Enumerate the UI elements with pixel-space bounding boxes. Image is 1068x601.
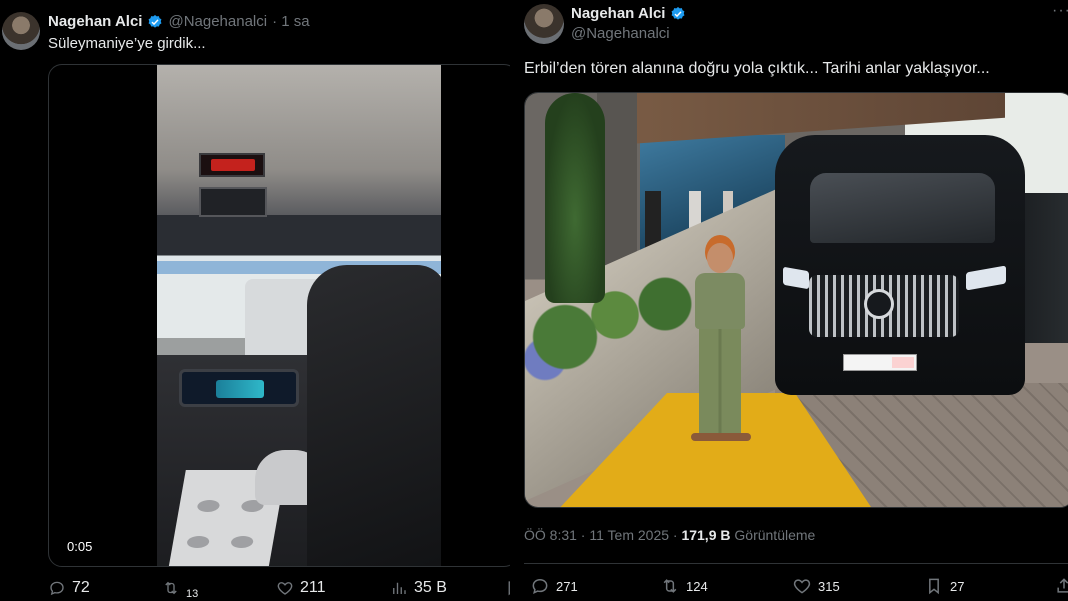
tweet-text: Erbil’den tören alanına doğru yola çıktı…: [524, 60, 990, 77]
views-label: Görüntüleme: [734, 527, 816, 543]
author-handle[interactable]: @Nagehanalci: [168, 13, 267, 30]
reply-count: 72: [72, 579, 90, 596]
author-name[interactable]: Nagehan Alci: [571, 5, 665, 22]
author-name[interactable]: Nagehan Alci: [48, 13, 142, 30]
bookmark-button[interactable]: 27: [924, 576, 964, 596]
reply-button[interactable]: 271: [530, 576, 578, 596]
reply-icon: [50, 581, 64, 596]
views-count: 35 B: [414, 579, 447, 596]
divider: [524, 563, 1068, 564]
tweet-time[interactable]: · 1 sa: [272, 13, 310, 30]
repost-count: 124: [686, 578, 708, 594]
avatar[interactable]: [524, 4, 564, 44]
bookmark-icon: [929, 578, 939, 595]
reply-count: 271: [556, 578, 578, 594]
video-duration: 0:05: [67, 539, 93, 554]
heart-icon: [277, 582, 293, 595]
verified-badge-icon: [672, 6, 685, 20]
reply-icon: [532, 578, 548, 594]
tweet-meta: ÖÖ 8:31 · 11 Tem 2025 · 171,9 B Görüntül…: [524, 527, 815, 543]
repost-button[interactable]: 13: [162, 579, 199, 600]
right-tweet: Nagehan Alci @Nagehanalci ··· Erbil’den …: [510, 0, 1068, 601]
left-tweet: Nagehan Alci @Nagehanalci · 1 sa Süleyma…: [0, 0, 510, 601]
tweet-header: Nagehan Alci: [571, 5, 686, 22]
video-frame: [157, 65, 441, 566]
photo-scene: [525, 93, 1068, 507]
tweet-header: Nagehan Alci @Nagehanalci · 1 sa: [48, 13, 310, 30]
tweet-photo[interactable]: [524, 92, 1068, 508]
tweet-text: Süleymaniye’ye girdik...: [48, 35, 206, 52]
bookmark-count: 27: [950, 578, 965, 594]
like-button[interactable]: 211: [276, 579, 326, 597]
author-handle[interactable]: @Nagehanalci: [571, 25, 670, 42]
like-count: 315: [818, 578, 840, 594]
like-button[interactable]: 315: [792, 576, 840, 596]
tweet-timestamp[interactable]: ÖÖ 8:31 · 11 Tem 2025 ·: [524, 527, 678, 543]
views-button[interactable]: 35 B: [390, 579, 447, 597]
repost-count: 13: [186, 588, 199, 600]
share-button[interactable]: [1054, 576, 1068, 596]
verified-badge-icon: [149, 14, 162, 28]
reply-button[interactable]: 72: [48, 579, 90, 597]
heart-icon: [793, 579, 811, 594]
repost-icon: [165, 581, 177, 595]
views-total: 171,9 B: [681, 527, 731, 543]
video-player[interactable]: 0:05: [48, 64, 510, 567]
repost-button[interactable]: 124: [660, 576, 708, 596]
more-options-icon[interactable]: ···: [1052, 2, 1068, 20]
like-count: 211: [300, 579, 326, 596]
share-icon: [1057, 578, 1068, 593]
repost-icon: [663, 579, 677, 593]
avatar[interactable]: [2, 12, 40, 50]
views-chart-icon: [393, 582, 406, 594]
